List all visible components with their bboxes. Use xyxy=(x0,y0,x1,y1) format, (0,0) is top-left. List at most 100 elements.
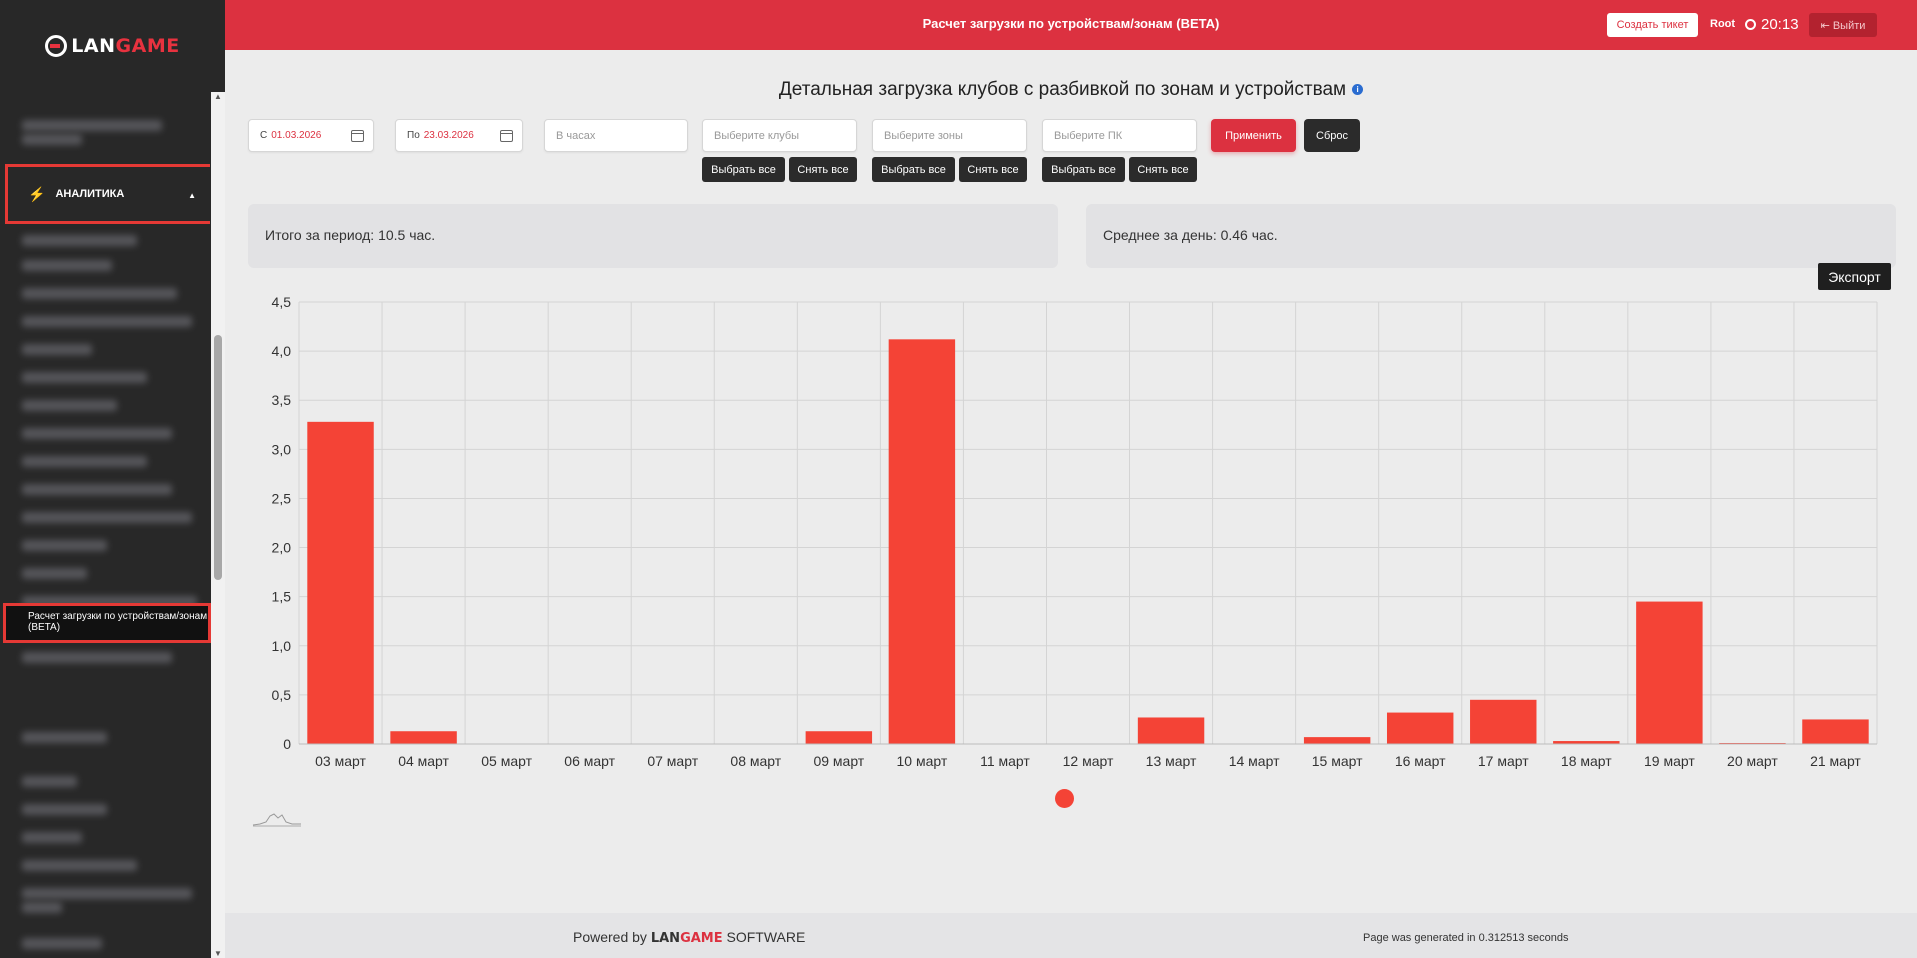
y-tick-label: 4,5 xyxy=(272,294,292,310)
sidebar-item-blurred[interactable] xyxy=(22,732,107,743)
info-icon[interactable]: i xyxy=(1352,84,1364,95)
reset-button[interactable]: Сброс xyxy=(1304,119,1360,152)
x-tick-label: 21 март xyxy=(1810,753,1861,769)
sidebar-item-blurred[interactable] xyxy=(22,120,162,131)
x-tick-label: 12 март xyxy=(1063,753,1114,769)
clubs-select[interactable]: Выберите клубы xyxy=(702,119,857,152)
sidebar-item-blurred[interactable] xyxy=(22,568,87,579)
total-card: Итого за период: 10.5 час. xyxy=(248,204,1058,268)
clock: 20:13 xyxy=(1745,16,1799,33)
sidebar-item-blurred[interactable] xyxy=(22,344,92,355)
scroll-up-icon[interactable]: ▲ xyxy=(214,92,222,101)
date-from-field[interactable]: С 01.03.2026 xyxy=(248,119,374,152)
x-tick-label: 06 март xyxy=(564,753,615,769)
y-tick-label: 3,5 xyxy=(272,392,292,408)
calendar-icon[interactable] xyxy=(500,130,513,142)
hours-input[interactable]: В часах xyxy=(544,119,688,152)
pc-select[interactable]: Выберите ПК xyxy=(1042,119,1197,152)
sidebar-item-blurred[interactable] xyxy=(22,540,107,551)
user-name[interactable]: Root xyxy=(1710,18,1735,30)
y-tick-label: 3,0 xyxy=(272,441,292,457)
y-tick-label: 0,5 xyxy=(272,687,292,703)
sidebar-item-blurred[interactable] xyxy=(22,400,117,411)
average-card: Среднее за день: 0.46 час. xyxy=(1086,204,1896,268)
x-tick-label: 04 март xyxy=(398,753,449,769)
sidebar-item-blurred[interactable] xyxy=(22,316,192,327)
create-ticket-button[interactable]: Создать тикет xyxy=(1607,13,1698,37)
date-to-field[interactable]: По 23.03.2026 xyxy=(395,119,523,152)
sidebar-item-blurred[interactable] xyxy=(22,456,147,467)
bar xyxy=(888,339,956,744)
scroll-down-icon[interactable]: ▼ xyxy=(214,949,222,958)
sidebar-item-blurred[interactable] xyxy=(22,484,172,495)
x-tick-label: 17 март xyxy=(1478,753,1529,769)
sidebar-item-blurred[interactable] xyxy=(22,888,192,899)
page-title: Детальная загрузка клубов с разбивкой по… xyxy=(225,79,1917,101)
y-tick-label: 1,5 xyxy=(272,589,292,605)
sidebar-item-blurred[interactable] xyxy=(22,260,112,271)
clubs-select-all-button[interactable]: Выбрать все xyxy=(702,157,785,182)
sidebar-item-blurred[interactable] xyxy=(22,428,172,439)
y-tick-label: 1,0 xyxy=(272,638,292,654)
sidebar-item-label: Расчет загрузки по устройствам/зонам (BE… xyxy=(28,611,208,633)
zones-select[interactable]: Выберите зоны xyxy=(872,119,1027,152)
x-tick-label: 19 март xyxy=(1644,753,1695,769)
zones-select-all-button[interactable]: Выбрать все xyxy=(872,157,955,182)
bar xyxy=(390,731,457,744)
caret-up-icon: ▲ xyxy=(188,191,196,200)
x-tick-label: 09 март xyxy=(813,753,864,769)
date-from-label: С xyxy=(260,130,268,141)
page-title-text: Детальная загрузка клубов с разбивкой по… xyxy=(778,79,1347,100)
pc-select-all-button[interactable]: Выбрать все xyxy=(1042,157,1125,182)
bar xyxy=(1802,719,1869,744)
load-chart: 0 0,5 1,0 1,5 2,0 2,5 3,0 3,5 4,0 4,5 03 март 04 ма… xyxy=(245,290,1895,780)
x-tick-label: 07 март xyxy=(647,753,698,769)
y-tick-label: 4,0 xyxy=(272,343,292,359)
x-tick-label: 16 март xyxy=(1395,753,1446,769)
top-bar: Расчет загрузки по устройствам/зонам (BE… xyxy=(225,0,1917,50)
scrollbar-thumb[interactable] xyxy=(214,335,222,580)
x-tick-label: 03 март xyxy=(315,753,366,769)
bar xyxy=(1636,601,1703,744)
sidebar-item-blurred[interactable] xyxy=(22,372,147,383)
sidebar-item-blurred[interactable] xyxy=(22,938,102,949)
sidebar-item-blurred[interactable] xyxy=(22,860,137,871)
sidebar-item-blurred[interactable] xyxy=(22,134,82,145)
x-tick-label: 11 март xyxy=(980,753,1030,769)
sidebar-item-label: АНАЛИТИКА xyxy=(55,188,125,200)
export-button[interactable]: Экспорт xyxy=(1818,263,1891,290)
apply-button[interactable]: Применить xyxy=(1211,119,1296,152)
sidebar-item-blurred[interactable] xyxy=(22,804,107,815)
chart-slider-handle[interactable] xyxy=(1055,789,1074,808)
sidebar-item-device-load[interactable]: Расчет загрузки по устройствам/зонам (BE… xyxy=(3,603,211,643)
zones-clear-all-button[interactable]: Снять все xyxy=(959,157,1027,182)
sidebar-item-blurred[interactable] xyxy=(22,288,177,299)
bar xyxy=(307,421,374,744)
generation-time: Page was generated in 0.312513 seconds xyxy=(1363,932,1569,944)
logo-text: LANGAME xyxy=(71,35,180,57)
sidebar-item-blurred[interactable] xyxy=(22,512,192,523)
sidebar-item-analytics[interactable]: ⚡ АНАЛИТИКА ▲ xyxy=(5,164,210,224)
footer: Powered by LANGAME SOFTWARE Page was gen… xyxy=(225,913,1917,958)
sidebar-item-blurred[interactable] xyxy=(22,776,77,787)
x-tick-label: 14 март xyxy=(1229,753,1280,769)
bar xyxy=(1137,717,1205,744)
powered-prefix: Powered by xyxy=(573,929,647,945)
logout-button[interactable]: ⇤ Выйти xyxy=(1809,13,1877,37)
date-to-value: 23.03.2026 xyxy=(423,130,474,141)
pc-clear-all-button[interactable]: Снять все xyxy=(1129,157,1197,182)
logo[interactable]: LANGAME xyxy=(0,0,225,92)
clubs-clear-all-button[interactable]: Снять все xyxy=(789,157,857,182)
sidebar-item-blurred[interactable] xyxy=(22,235,137,246)
calendar-icon[interactable] xyxy=(351,130,364,142)
y-tick-label: 0 xyxy=(283,736,291,752)
chart-svg: 0 0,5 1,0 1,5 2,0 2,5 3,0 3,5 4,0 4,5 03 март 04 ма… xyxy=(272,294,1878,769)
sidebar-item-blurred[interactable] xyxy=(22,902,62,913)
sidebar-item-blurred[interactable] xyxy=(22,832,82,843)
date-to-label: По xyxy=(407,130,420,141)
sidebar-item-blurred[interactable] xyxy=(22,652,172,663)
clock-time: 20:13 xyxy=(1761,16,1799,33)
logout-icon: ⇤ xyxy=(1820,19,1833,32)
sidebar-scrollbar[interactable]: ▲ ▼ xyxy=(211,92,225,958)
powered-suffix: SOFTWARE xyxy=(726,929,806,945)
